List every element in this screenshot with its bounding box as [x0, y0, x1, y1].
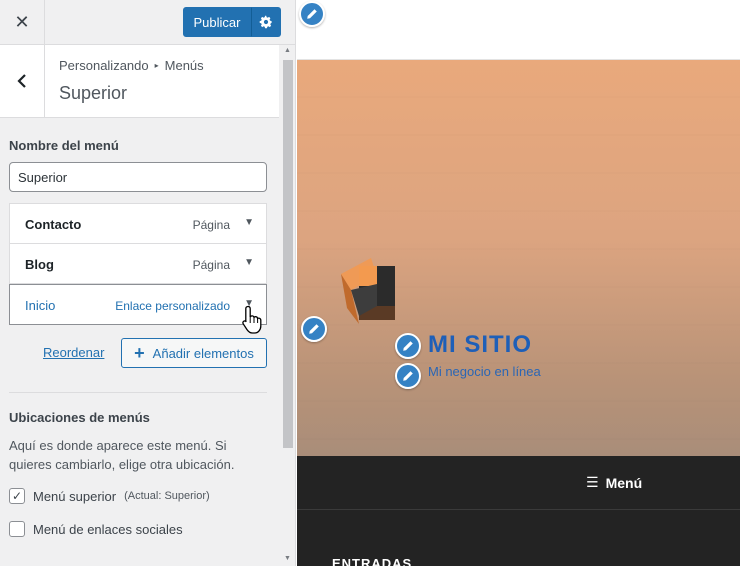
menu-item-type: Página	[192, 258, 230, 272]
check-icon: ✓	[11, 489, 23, 503]
menu-toggle-button[interactable]: ☰ Menú	[586, 474, 642, 491]
menu-item-blog[interactable]: Blog Página ▼	[9, 243, 267, 284]
reorder-link[interactable]: Reordenar	[43, 345, 104, 360]
site-preview: MI SITIO Mi negocio en línea ☰ Menú ENTR…	[297, 0, 740, 566]
site-title[interactable]: MI SITIO	[428, 331, 532, 359]
sidebar-scrollbar[interactable]: ▲ ▼	[281, 45, 295, 566]
publish-settings-button[interactable]	[251, 7, 281, 37]
pencil-icon	[309, 324, 319, 334]
menu-item-type: Enlace personalizado	[115, 299, 230, 313]
breadcrumb: Personalizando ▸ Menús	[59, 58, 204, 73]
hand-cursor-icon	[242, 305, 262, 334]
breadcrumb-separator-icon: ▸	[154, 61, 159, 70]
expand-arrow-icon[interactable]: ▼	[244, 257, 254, 268]
scroll-up-icon[interactable]: ▲	[284, 47, 291, 54]
plus-icon: +	[134, 343, 145, 363]
menu-name-input[interactable]	[9, 162, 267, 192]
preview-top-area	[297, 0, 740, 60]
site-tagline[interactable]: Mi negocio en línea	[428, 364, 541, 379]
pencil-icon	[403, 371, 413, 381]
menu-locations-heading: Ubicaciones de menús	[9, 410, 150, 425]
publish-group: Publicar	[183, 7, 281, 37]
pencil-icon	[403, 341, 413, 351]
edit-shortcut-site-title[interactable]	[395, 333, 421, 359]
expand-arrow-icon[interactable]: ▼	[244, 217, 254, 228]
customizer-sidebar: ✕ Publicar Personalizando ▸ Menús Superi…	[0, 0, 296, 566]
site-logo[interactable]	[337, 256, 401, 326]
social-menu-checkbox[interactable]	[9, 521, 25, 537]
edit-shortcut-tagline[interactable]	[395, 363, 421, 389]
location-label: Menú superior	[33, 488, 117, 504]
chevron-left-icon	[17, 74, 26, 88]
location-option-top-menu[interactable]: ✓ Menú superior (Actual: Superior)	[9, 488, 210, 504]
menu-item-type: Página	[192, 218, 230, 232]
location-note: (Actual: Superior)	[124, 490, 210, 502]
back-button[interactable]	[0, 45, 45, 117]
close-customizer-button[interactable]: ✕	[0, 0, 45, 44]
add-items-button[interactable]: + Añadir elementos	[121, 338, 267, 368]
section-header: Personalizando ▸ Menús Superior	[0, 45, 279, 118]
scrollbar-thumb[interactable]	[283, 60, 293, 448]
add-items-label: Añadir elementos	[152, 345, 254, 361]
menu-item-title: Inicio	[25, 298, 56, 313]
edit-shortcut-logo[interactable]	[301, 316, 327, 342]
section-divider	[9, 392, 267, 393]
site-navigation: ☰ Menú	[297, 456, 740, 510]
customizer-header: ✕ Publicar	[0, 0, 295, 45]
pencil-icon	[307, 9, 317, 19]
menu-locations-description: Aquí es donde aparece este menú. Si quie…	[9, 438, 235, 472]
location-label: Menú de enlaces sociales	[33, 521, 183, 537]
publish-button[interactable]: Publicar	[183, 7, 251, 37]
location-option-social-menu[interactable]: Menú de enlaces sociales	[9, 521, 183, 537]
gear-icon	[259, 15, 272, 29]
menu-item-title: Contacto	[25, 217, 82, 232]
breadcrumb-parent: Personalizando	[59, 58, 149, 73]
menu-item-title: Blog	[25, 257, 54, 272]
top-menu-checkbox[interactable]: ✓	[9, 488, 25, 504]
section-title: Superior	[59, 83, 128, 103]
menu-item-contacto[interactable]: Contacto Página ▼	[9, 203, 267, 244]
menu-toggle-label: Menú	[605, 474, 643, 491]
entries-heading: ENTRADAS	[332, 556, 413, 566]
hamburger-icon: ☰	[586, 474, 599, 490]
breadcrumb-current: Menús	[164, 58, 204, 73]
scroll-down-icon[interactable]: ▼	[284, 555, 291, 562]
menu-item-inicio[interactable]: Inicio Enlace personalizado ▼	[9, 284, 267, 325]
menu-name-label: Nombre del menú	[9, 138, 119, 153]
edit-shortcut-header[interactable]	[299, 1, 325, 27]
content-area: ENTRADAS	[297, 510, 740, 566]
close-icon: ✕	[14, 11, 30, 32]
